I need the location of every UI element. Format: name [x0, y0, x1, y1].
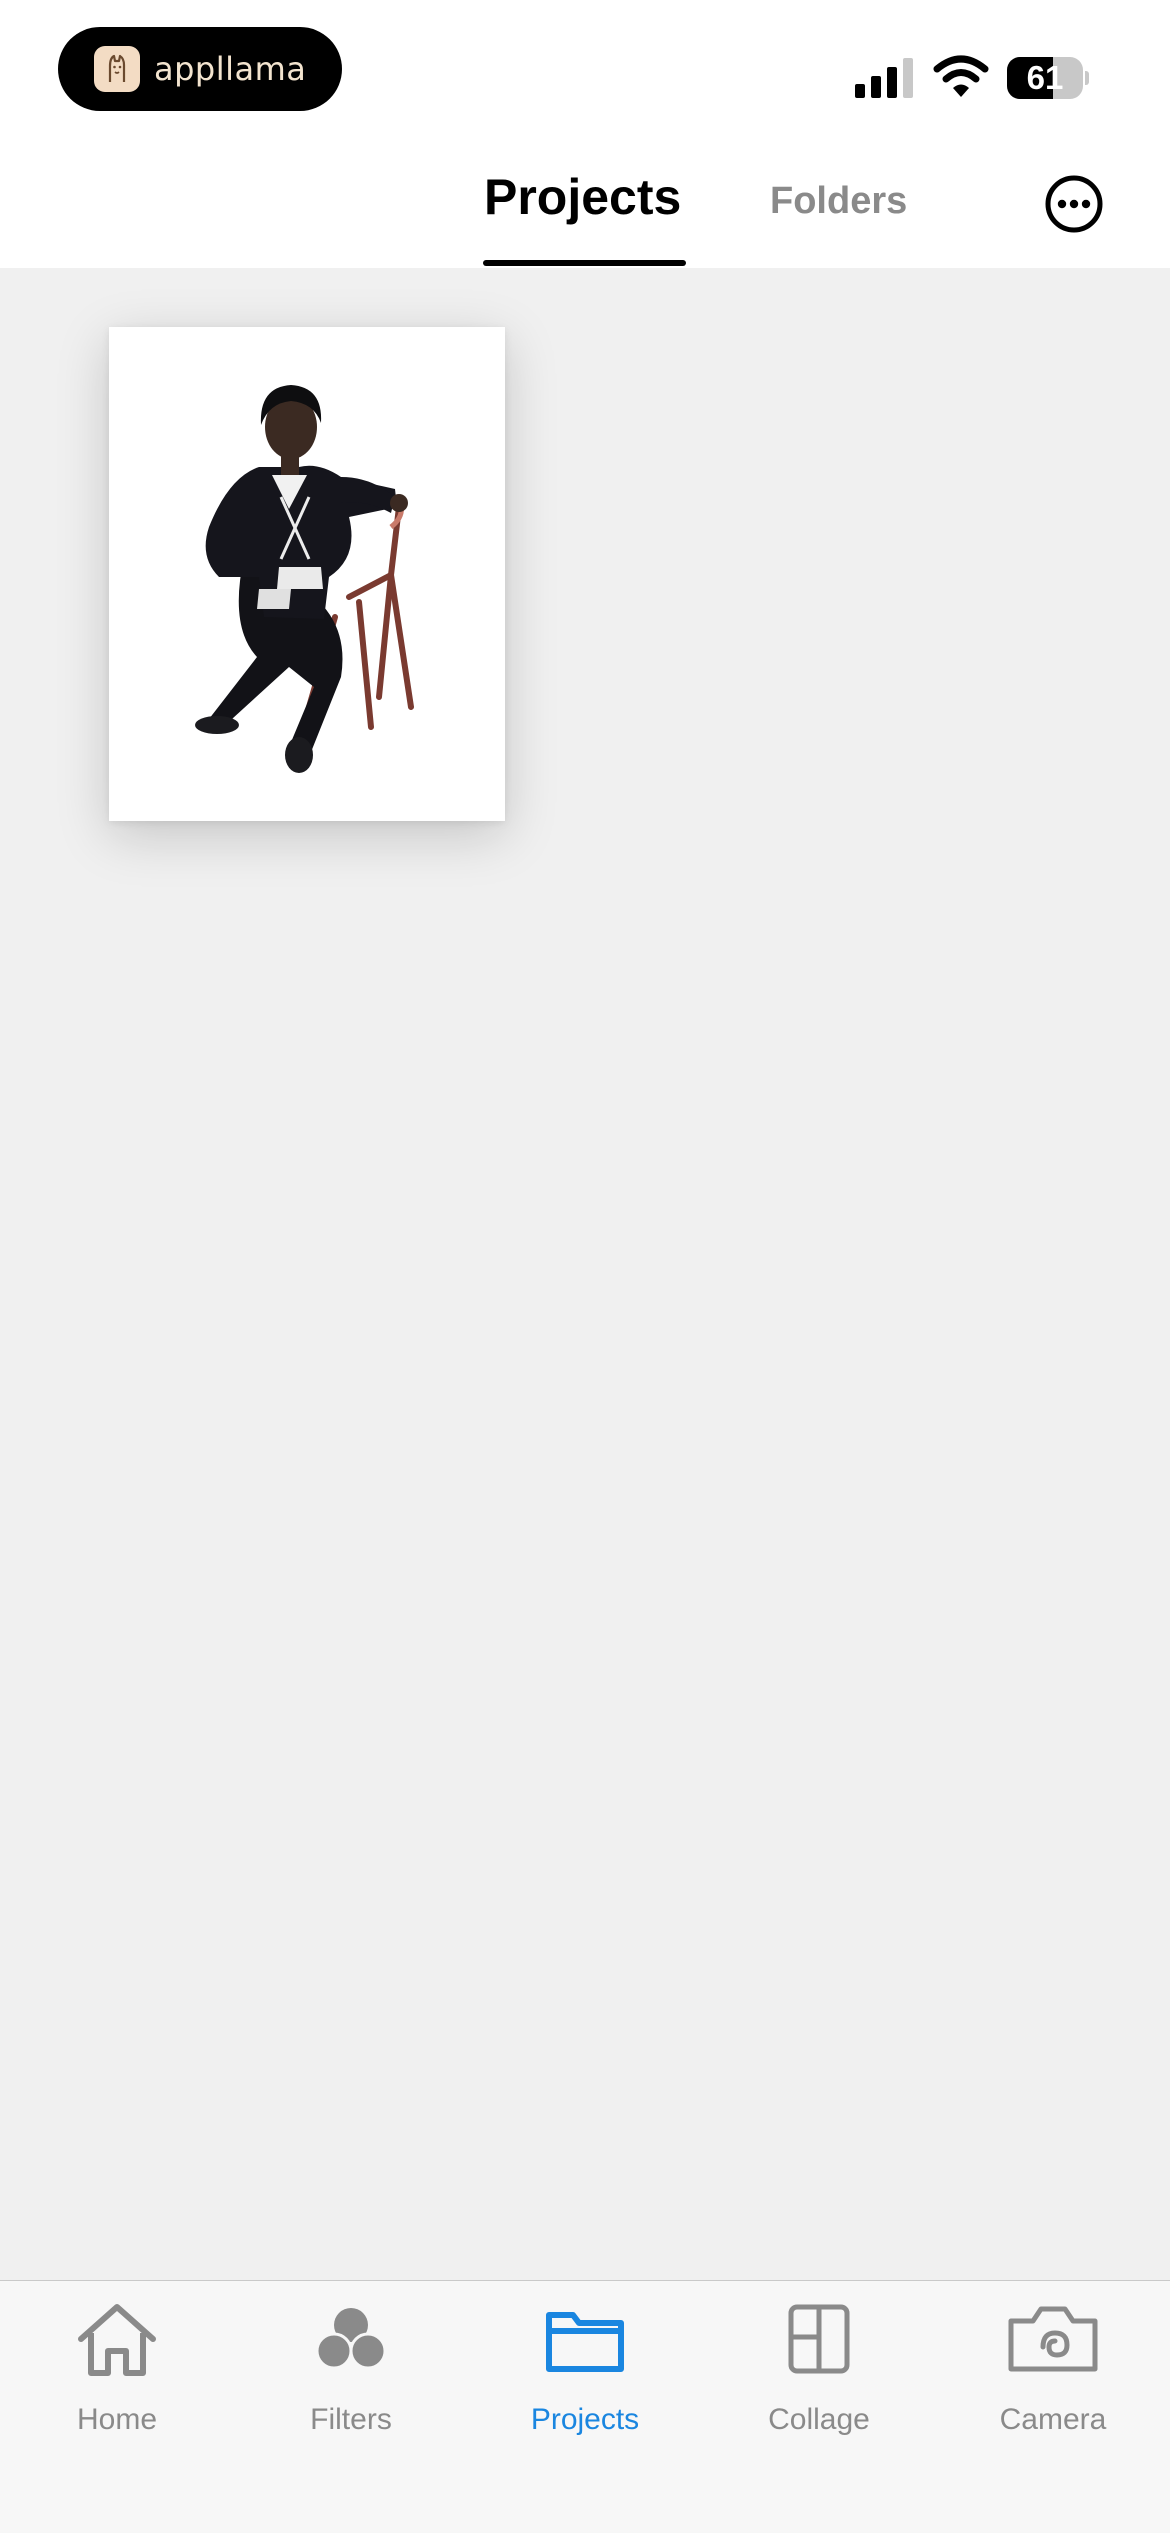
tabbar-item-collage[interactable]: Collage	[702, 2281, 936, 2533]
tabbar-item-filters[interactable]: Filters	[234, 2281, 468, 2533]
tab-folders[interactable]: Folders	[770, 180, 907, 223]
house-icon	[78, 2304, 156, 2376]
tabbar-item-projects[interactable]: Projects	[468, 2281, 702, 2533]
wifi-icon	[933, 55, 989, 97]
tab-bar: Home Filters Projects Collage Camera	[0, 2280, 1170, 2533]
app-name: appllama	[154, 50, 307, 88]
active-tab-indicator	[483, 260, 686, 266]
tabbar-label-projects: Projects	[530, 2403, 640, 2436]
collage-grid-icon	[788, 2304, 850, 2374]
filters-circles-icon	[315, 2308, 387, 2370]
ellipsis-circle-icon[interactable]	[1044, 174, 1104, 234]
tab-projects[interactable]: Projects	[484, 168, 681, 226]
camera-icon	[1008, 2306, 1098, 2372]
project-card[interactable]	[109, 327, 505, 821]
status-bar: appllama 61	[0, 0, 1170, 140]
battery-icon: 61	[1007, 57, 1089, 99]
cellular-signal-icon	[855, 58, 913, 98]
tabbar-item-camera[interactable]: Camera	[936, 2281, 1170, 2533]
llama-logo-icon	[94, 46, 140, 92]
tabbar-label-home: Home	[76, 2403, 158, 2436]
folder-icon	[546, 2312, 624, 2372]
project-thumbnail	[195, 385, 414, 773]
projects-grid	[0, 268, 1170, 2280]
tabbar-label-filters: Filters	[310, 2403, 392, 2436]
tabbar-label-camera: Camera	[999, 2403, 1107, 2436]
battery-level: 61	[1026, 59, 1064, 96]
tabbar-item-home[interactable]: Home	[0, 2281, 234, 2533]
header: Projects Folders	[0, 140, 1170, 268]
app-badge[interactable]: appllama	[58, 27, 342, 111]
tabbar-label-collage: Collage	[768, 2403, 870, 2436]
